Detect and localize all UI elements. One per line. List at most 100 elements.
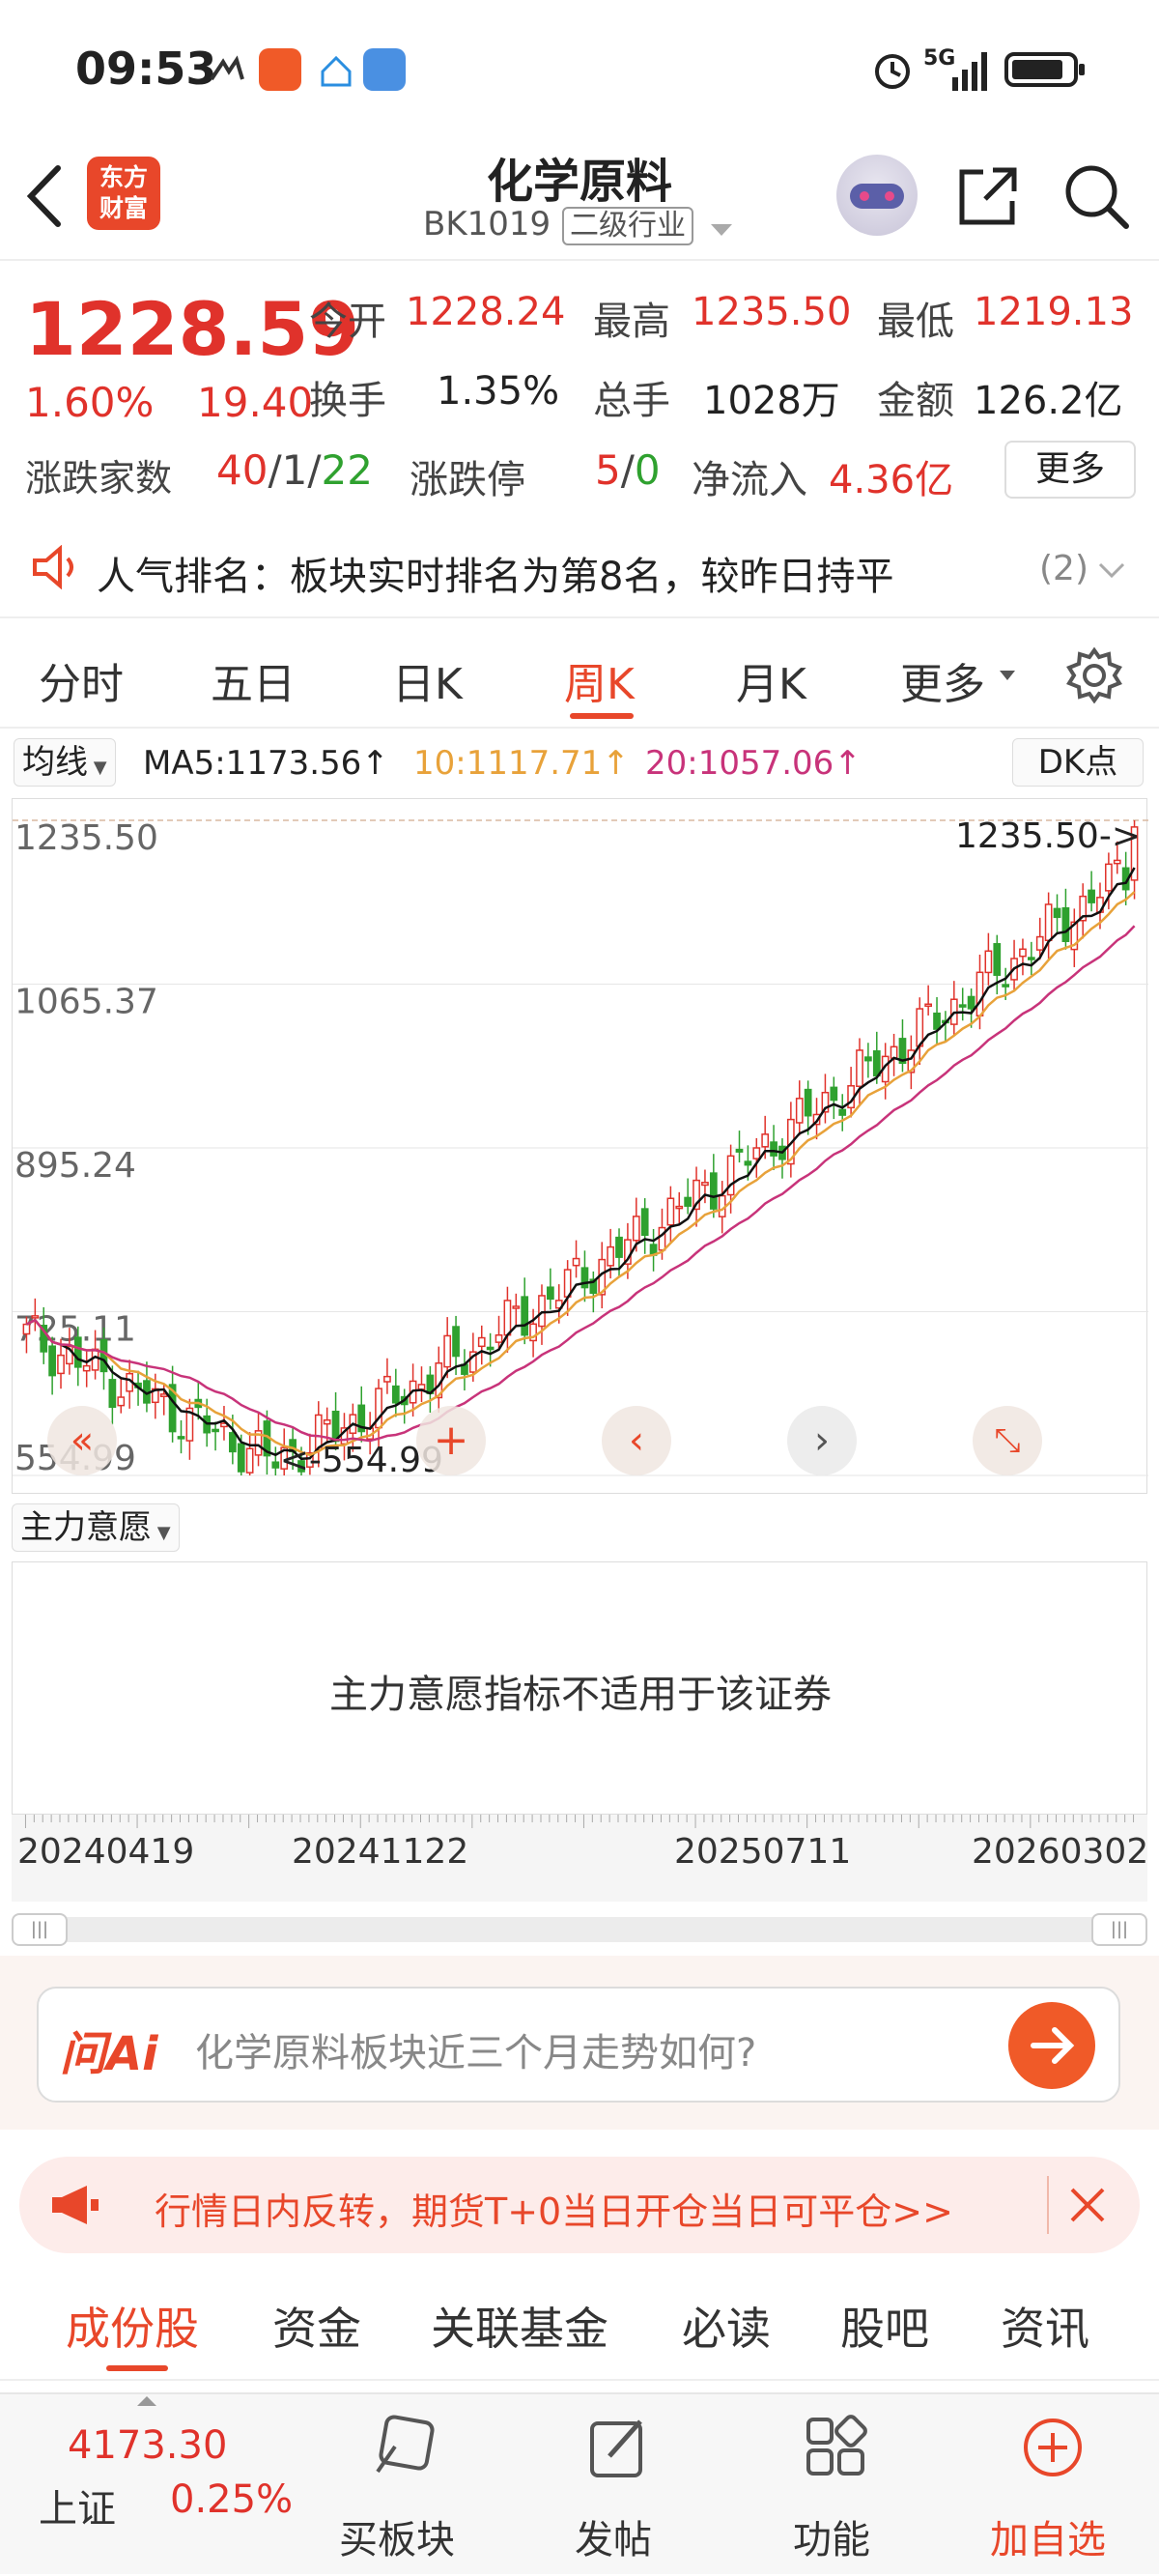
high-label: 最高 xyxy=(593,300,670,344)
candle-body xyxy=(22,1323,31,1335)
candle-body xyxy=(547,1286,554,1301)
open-value: 1228.24 xyxy=(406,290,566,334)
add-watchlist-button[interactable]: 加自选 xyxy=(975,2394,1120,2576)
functions-button[interactable]: 功能 xyxy=(759,2394,904,2576)
home-app-icon xyxy=(321,55,352,87)
candle-body xyxy=(607,1245,614,1267)
ma-line-ma5 xyxy=(25,867,1136,1461)
promo-banner[interactable]: 行情日内反转，期货T+0当日开仓当日可平仓>> xyxy=(19,2157,1140,2253)
range-scrollbar[interactable]: ||| ||| xyxy=(12,1913,1147,1946)
candle-body xyxy=(658,1226,666,1251)
candle-body xyxy=(666,1197,675,1226)
range-handle-right[interactable]: ||| xyxy=(1091,1913,1147,1946)
popularity-notice[interactable]: 人气排名：板块实时排名为第8名，较昨日持平 (2) xyxy=(0,522,1159,618)
tab-news[interactable]: 资讯 xyxy=(1001,2294,1089,2358)
active-tab-indicator xyxy=(106,2365,168,2371)
index-change[interactable]: 0.25% xyxy=(170,2477,293,2522)
chevron-down-icon xyxy=(1098,562,1125,579)
candle-body xyxy=(958,1004,967,1008)
arrow-right-icon xyxy=(1031,2027,1075,2064)
caret-up-icon xyxy=(137,2396,156,2406)
slash: / xyxy=(268,446,282,494)
candle-body xyxy=(495,1333,503,1343)
buy-sector-label: 买板块 xyxy=(339,2518,455,2562)
zoom-in-icon[interactable]: + xyxy=(416,1406,486,1475)
tab-funds[interactable]: 资金 xyxy=(272,2294,361,2358)
tab-five-day[interactable]: 五日 xyxy=(211,649,296,711)
fullscreen-icon[interactable]: ⤡ xyxy=(973,1406,1042,1475)
kline-chart[interactable]: 1235.501065.37895.24725.11554.991235.50-… xyxy=(12,798,1148,1495)
candle-body xyxy=(503,1300,512,1336)
range-handle-left[interactable]: ||| xyxy=(12,1913,68,1946)
tab-daily-k[interactable]: 日K xyxy=(392,649,463,711)
edit-icon xyxy=(590,2419,642,2477)
tab-constituents[interactable]: 成份股 xyxy=(66,2294,199,2358)
message-app-icon xyxy=(363,48,406,91)
candle-body xyxy=(1019,948,1027,958)
buy-sector-button[interactable]: 买板块 xyxy=(325,2394,469,2576)
candle-body xyxy=(1044,903,1053,942)
candle-body xyxy=(48,1345,56,1377)
kline-svg: 1235.501065.37895.24725.11554.991235.50-… xyxy=(13,816,1148,1480)
megaphone-icon xyxy=(52,2186,99,2224)
indicator-selector[interactable]: 主力意愿 ▼ xyxy=(12,1503,180,1552)
candle-body xyxy=(159,1393,168,1397)
candle-body xyxy=(486,1346,495,1351)
share-icon[interactable] xyxy=(956,164,1020,228)
updown-counts: 40/1/22 xyxy=(216,446,373,494)
ai-assistant-avatar[interactable] xyxy=(836,155,918,236)
candle-body xyxy=(984,950,993,974)
candle-body xyxy=(804,1088,812,1117)
more-button[interactable]: 更多 xyxy=(1004,441,1136,499)
ai-question-box[interactable]: 问Ai 化学原料板块近三个月走势如何? xyxy=(37,1987,1120,2103)
timeline-ticks xyxy=(24,1815,1135,1828)
limit-counts: 5/0 xyxy=(595,446,661,494)
tab-weekly-k[interactable]: 周K xyxy=(564,649,635,711)
candle-body xyxy=(701,1182,709,1187)
search-icon[interactable] xyxy=(1062,162,1130,230)
scroll-left-icon[interactable]: ‹ xyxy=(602,1406,671,1475)
caret-down-icon xyxy=(1000,671,1015,680)
candle-body xyxy=(1105,863,1113,892)
scroll-right-icon[interactable]: › xyxy=(787,1406,857,1475)
ma-line-ma10 xyxy=(25,891,1136,1457)
quote-panel: 1228.59 1.60% 19.40 今开 1228.24 最高 1235.5… xyxy=(0,263,1159,504)
post-button[interactable]: 发帖 xyxy=(541,2394,686,2576)
tab-more[interactable]: 更多 xyxy=(900,649,985,711)
tab-monthly-k[interactable]: 月K xyxy=(736,649,806,711)
alarm-icon xyxy=(875,54,910,89)
tab-must-read[interactable]: 必读 xyxy=(682,2294,771,2358)
header: 东方 财富 化学原料 BK1019 二级行业 xyxy=(0,135,1159,261)
x-label: 20241122 xyxy=(292,1832,469,1872)
content-tabs: 成份股 资金 关联基金 必读 股吧 资讯 xyxy=(0,2269,1159,2381)
tab-forum[interactable]: 股吧 xyxy=(840,2294,929,2358)
index-value[interactable]: 4173.30 xyxy=(68,2423,227,2468)
slash: / xyxy=(620,446,635,494)
candle-body xyxy=(443,1334,452,1368)
chevron-down-icon[interactable] xyxy=(709,220,734,240)
candle-body xyxy=(933,1012,941,1030)
candle-body xyxy=(31,1315,40,1319)
close-icon[interactable] xyxy=(1066,2184,1109,2226)
candle-body xyxy=(770,1141,777,1157)
ma-selector[interactable]: 均线 ▼ xyxy=(14,738,116,787)
candle-body xyxy=(82,1364,91,1372)
dk-button[interactable]: DK点 xyxy=(1012,738,1144,787)
index-name[interactable]: 上证 xyxy=(39,2477,116,2533)
ai-question: 化学原料板块近三个月走势如何? xyxy=(195,2031,757,2075)
chart-controls: « + ‹ › ⤡ xyxy=(13,1398,1148,1495)
ai-submit-button[interactable] xyxy=(1008,2002,1095,2089)
x-label: 20260302 xyxy=(972,1832,1149,1872)
candle-body xyxy=(452,1326,460,1358)
tab-intraday[interactable]: 分时 xyxy=(39,649,124,711)
gear-icon[interactable] xyxy=(1066,647,1122,703)
candle-body xyxy=(417,1384,426,1390)
scroll-left-fast-icon[interactable]: « xyxy=(47,1406,117,1475)
bottom-bar: 4173.30 上证 0.25% 买板块 发帖 功能 加自选 xyxy=(0,2392,1159,2574)
candle-body xyxy=(640,1208,649,1237)
ai-logo: 问Ai xyxy=(60,2027,158,2081)
tab-related-funds[interactable]: 关联基金 xyxy=(431,2294,608,2358)
candle-body xyxy=(675,1205,684,1210)
candle-body xyxy=(830,1086,838,1102)
active-tab-indicator xyxy=(570,713,634,719)
